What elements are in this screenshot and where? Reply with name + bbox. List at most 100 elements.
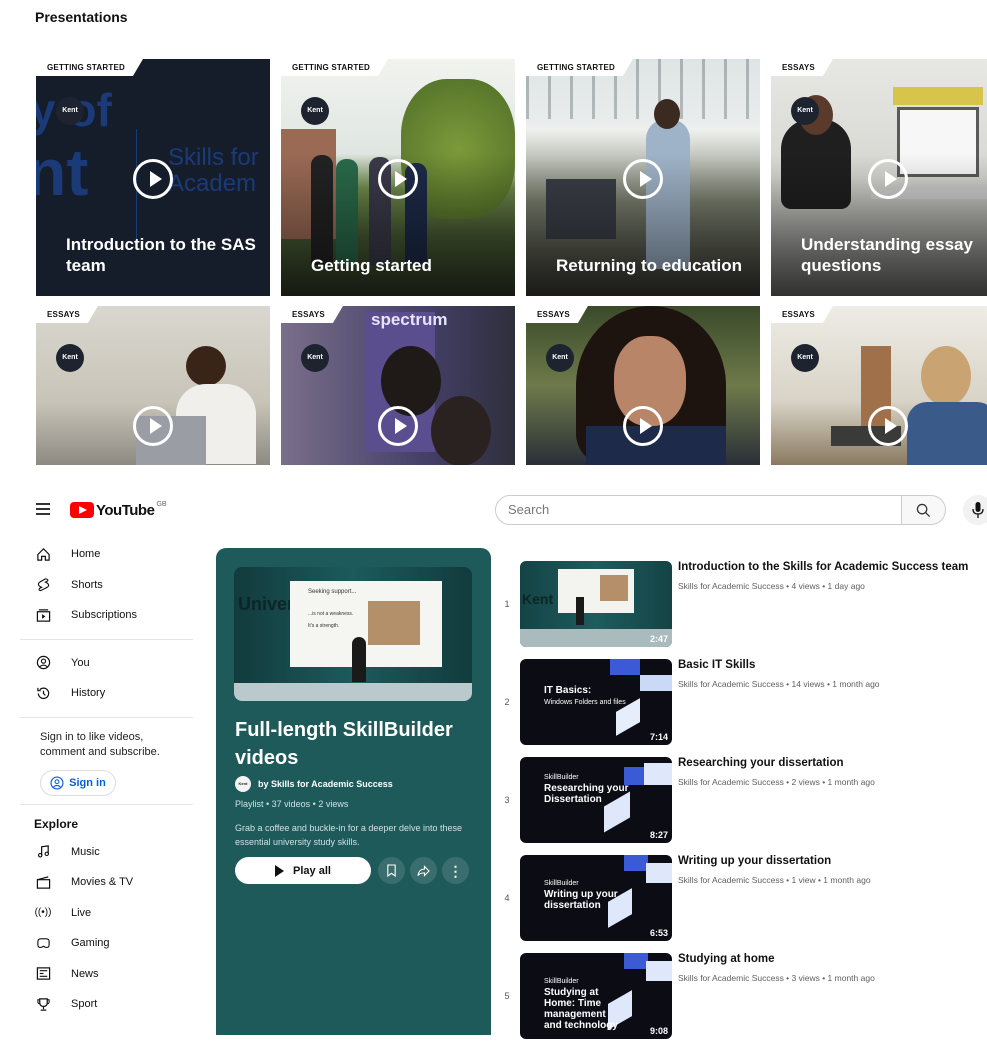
play-icon[interactable] — [623, 406, 663, 446]
card-tag: ESSAYS — [771, 59, 833, 76]
playlist-owner[interactable]: Kent by Skills for Academic Success — [235, 776, 393, 792]
more-button[interactable]: ⋮ — [442, 857, 469, 884]
history-icon — [35, 685, 51, 701]
live-icon: ((•)) — [34, 907, 52, 919]
share-button[interactable] — [410, 857, 437, 884]
signin-label: Sign in — [69, 776, 106, 789]
video-thumbnail[interactable]: SkillBuilder Writing up your dissertation… — [520, 855, 672, 941]
play-all-label: Play all — [293, 864, 331, 877]
play-all-button[interactable]: Play all — [235, 857, 371, 884]
divider — [20, 803, 193, 805]
video-title[interactable]: Researching your dissertation — [678, 757, 844, 769]
kent-logo-icon: Kent — [301, 344, 329, 372]
video-title[interactable]: Writing up your dissertation — [678, 855, 831, 867]
play-icon[interactable] — [133, 159, 173, 199]
sidebar-item-gaming[interactable]: Gaming — [10, 928, 205, 959]
sidebar-item-home[interactable]: Home — [10, 539, 205, 570]
divider — [20, 716, 193, 718]
presentation-card-getting-started[interactable]: GETTING STARTED Kent Getting started — [281, 59, 515, 296]
search-button[interactable] — [902, 495, 946, 525]
voice-search-button[interactable] — [963, 495, 987, 525]
video-index: 2 — [504, 697, 510, 707]
presentation-card-essays-2[interactable]: spectrum ESSAYS Kent — [281, 306, 515, 465]
play-icon[interactable] — [133, 406, 173, 446]
sidebar-item-label: Live — [71, 906, 92, 919]
signin-button[interactable]: Sign in — [40, 769, 116, 796]
movies-icon — [35, 874, 51, 890]
card-tag: ESSAYS — [526, 306, 588, 323]
sport-icon — [35, 996, 51, 1012]
sidebar-item-label: Gaming — [71, 937, 110, 950]
bg-text: Academ — [168, 170, 257, 197]
sidebar-item-you[interactable]: You — [10, 648, 205, 679]
list-item[interactable]: 1 Kent 2:47 Introduction to the Skills f… — [500, 561, 987, 649]
playlist-title: Full-length SkillBuilder videos — [235, 719, 453, 769]
video-thumbnail[interactable]: SkillBuilder Researching your Dissertatio… — [520, 757, 672, 843]
video-meta: Skills for Academic Success • 1 view • 1… — [678, 875, 871, 885]
video-index: 5 — [504, 991, 510, 1001]
home-icon — [35, 546, 51, 562]
list-item[interactable]: 5 SkillBuilder Studying at Home: Time man… — [500, 953, 987, 1041]
video-meta: Skills for Academic Success • 14 views •… — [678, 679, 880, 689]
play-icon[interactable] — [623, 159, 663, 199]
sidebar-item-news[interactable]: News — [10, 959, 205, 990]
card-caption: Getting started — [311, 256, 432, 275]
card-tag: GETTING STARTED — [36, 59, 143, 76]
thumbnail-text: IT Basics: — [544, 685, 592, 696]
slide-text: It's a strength. — [308, 623, 340, 629]
video-thumbnail[interactable]: IT Basics: Windows Folders and files 7:14 — [520, 659, 672, 745]
card-caption: Understanding essay questions — [801, 235, 973, 275]
play-icon[interactable] — [378, 159, 418, 199]
youtube-logo[interactable]: YouTube GB — [70, 501, 167, 519]
video-meta: Skills for Academic Success • 4 views • … — [678, 581, 865, 591]
search-input[interactable]: Search — [495, 495, 902, 525]
sidebar-item-shorts[interactable]: Shorts — [10, 570, 205, 601]
video-meta: Skills for Academic Success • 3 views • … — [678, 973, 875, 983]
card-caption: Introduction to the SAS team — [66, 235, 256, 275]
play-icon[interactable] — [868, 406, 908, 446]
explore-heading: Explore — [34, 816, 79, 831]
list-item[interactable]: 2 IT Basics: Windows Folders and files 7:… — [500, 659, 987, 747]
sidebar-item-label: Home — [71, 548, 101, 561]
video-title[interactable]: Introduction to the Skills for Academic … — [678, 561, 968, 573]
video-duration: 6:53 — [649, 928, 668, 938]
signin-prompt: Sign in to like videos, comment and subs… — [40, 730, 160, 758]
news-icon — [35, 966, 51, 982]
presentation-card-essays-3[interactable]: ESSAYS Kent — [526, 306, 760, 465]
video-thumbnail[interactable]: SkillBuilder Studying at Home: Time manag… — [520, 953, 672, 1039]
list-item[interactable]: 4 SkillBuilder Writing up your dissertati… — [500, 855, 987, 943]
sidebar-item-history[interactable]: History — [10, 678, 205, 709]
presentation-card-sas-team[interactable]: y of nt Skills for Academ GETTING STARTE… — [36, 59, 270, 296]
play-icon[interactable] — [378, 406, 418, 446]
presentation-card-essays-4[interactable]: ESSAYS Kent — [771, 306, 987, 465]
sidebar-item-live[interactable]: ((•)) Live — [10, 898, 205, 929]
sidebar-item-sport[interactable]: Sport — [10, 989, 205, 1020]
sidebar-item-label: Movies & TV — [71, 876, 134, 889]
save-button[interactable] — [378, 857, 405, 884]
sidebar-item-music[interactable]: Music — [10, 837, 205, 868]
bg-text: nt — [36, 135, 89, 209]
thumbnail-text: Studying at Home: Time management and te… — [544, 987, 618, 1031]
play-icon[interactable] — [868, 159, 908, 199]
playlist-thumbnail[interactable]: University of Kent Seeking support... ..… — [234, 567, 472, 701]
video-title[interactable]: Basic IT Skills — [678, 659, 755, 671]
video-duration: 2:47 — [649, 634, 668, 644]
sidebar-item-label: History — [71, 687, 106, 700]
list-item[interactable]: 3 SkillBuilder Researching your Dissertat… — [500, 757, 987, 845]
sidebar-item-label: Sport — [71, 998, 98, 1011]
video-title[interactable]: Studying at home — [678, 953, 774, 965]
menu-icon[interactable] — [36, 503, 50, 515]
divider — [20, 638, 193, 640]
slide-text: ...is not a weakness. — [308, 611, 354, 617]
search-icon — [916, 503, 931, 518]
presentation-card-returning[interactable]: GETTING STARTED Returning to education — [526, 59, 760, 296]
sidebar-item-subscriptions[interactable]: Subscriptions — [10, 600, 205, 631]
presentation-card-essays-1[interactable]: ESSAYS Kent — [36, 306, 270, 465]
presentation-card-essay-questions[interactable]: ESSAYS Kent Understanding essay question… — [771, 59, 987, 296]
video-thumbnail[interactable]: Kent 2:47 — [520, 561, 672, 647]
shorts-icon — [35, 577, 51, 593]
sidebar: Home Shorts Subscriptions You History Si… — [10, 539, 205, 1020]
card-tag: ESSAYS — [771, 306, 833, 323]
sidebar-item-movies[interactable]: Movies & TV — [10, 867, 205, 898]
video-index: 4 — [504, 893, 510, 903]
